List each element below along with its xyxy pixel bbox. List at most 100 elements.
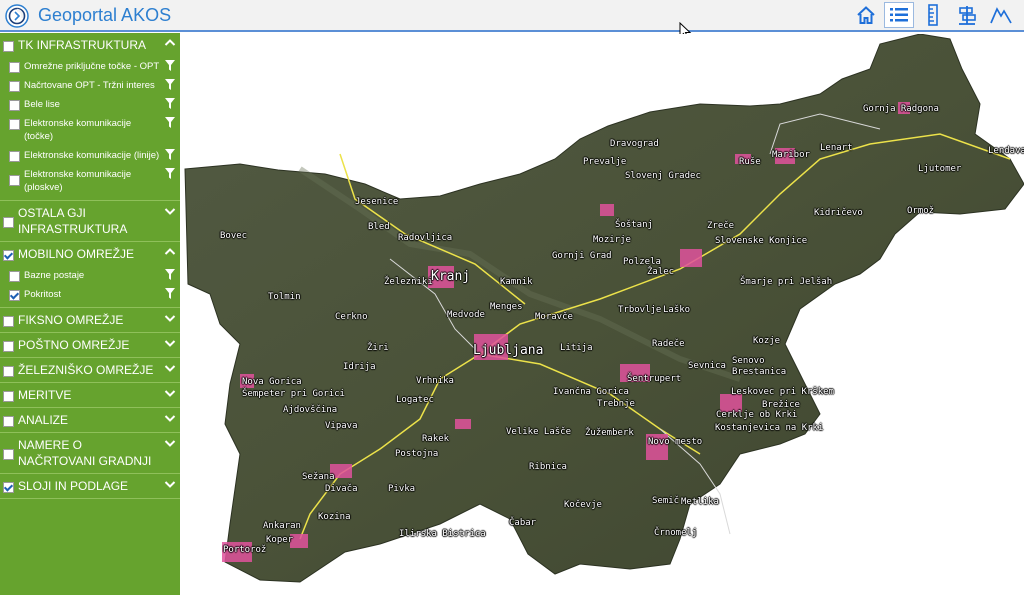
place-label: Žalec (647, 267, 675, 277)
chevron-up-icon[interactable] (164, 37, 176, 49)
group-label[interactable]: NAMERE O NAČRTOVANI GRADNJI (14, 433, 162, 473)
group-checkbox[interactable] (3, 41, 14, 52)
group-label[interactable]: POŠTNO OMREŽJE (14, 333, 162, 357)
group-label[interactable]: ŽELEZNIŠKO OMREŽJE (14, 358, 162, 382)
group-label[interactable]: SLOJI IN PODLAGE (14, 474, 162, 498)
layer-label[interactable]: Elektronske komunikacije (točke) (20, 114, 162, 146)
layer-item: Elektronske komunikacije (ploskve) (0, 165, 180, 200)
group-label[interactable]: TK INFRASTRUKTURA (14, 33, 162, 57)
place-label: Vipava (325, 421, 358, 431)
home-icon (857, 6, 875, 24)
place-label: Šmarje pri Jelšah (740, 277, 833, 287)
filter-icon[interactable] (165, 168, 175, 179)
place-label: Vrhnika (416, 376, 454, 386)
place-label: Čabar (509, 518, 537, 528)
group-label[interactable]: FIKSNO OMREŽJE (14, 308, 162, 332)
layer-label[interactable]: Načrtovane OPT - Tržni interes (20, 76, 162, 95)
chevron-down-icon[interactable] (164, 478, 176, 490)
map-svg (184, 34, 1024, 583)
filter-icon[interactable] (165, 117, 175, 128)
filter-icon[interactable] (165, 269, 175, 280)
group-meritve: MERITVE (0, 383, 180, 408)
group-checkbox[interactable] (3, 316, 14, 327)
layer-checkbox[interactable] (9, 62, 20, 73)
place-label: Pivka (388, 484, 416, 494)
group-fiksno-omrezje: FIKSNO OMREŽJE (0, 308, 180, 333)
chevron-down-icon[interactable] (164, 205, 176, 217)
chevron-down-icon[interactable] (164, 337, 176, 349)
layer-item: Elektronske komunikacije (točke) (0, 114, 180, 146)
layer-label[interactable]: Elektronske komunikacije (linije) (20, 146, 162, 165)
group-checkbox[interactable] (3, 366, 14, 377)
place-label: Kidričevo (814, 208, 863, 218)
measure-button[interactable] (918, 2, 948, 28)
place-label: Šoštanj (615, 220, 653, 230)
layer-item: Bele lise (0, 95, 180, 114)
chevron-down-icon[interactable] (164, 387, 176, 399)
place-label: Ajdovščina (283, 405, 338, 415)
place-label: Novo mesto (648, 437, 703, 447)
layer-label[interactable]: Elektronske komunikacije (ploskve) (20, 165, 162, 197)
filter-icon[interactable] (165, 98, 175, 109)
layer-checkbox[interactable] (9, 81, 20, 92)
place-label: Radovljica (398, 233, 453, 243)
group-checkbox[interactable] (3, 416, 14, 427)
filter-icon[interactable] (165, 79, 175, 90)
layer-checkbox[interactable] (9, 290, 20, 301)
filter-icon[interactable] (165, 60, 175, 71)
place-label: Kostanjevica na Krki (715, 423, 824, 433)
chevron-up-icon[interactable] (164, 246, 176, 258)
layer-item: Elektronske komunikacije (linije) (0, 146, 180, 165)
place-label: Slovenj Gradec (625, 171, 701, 181)
filter-icon[interactable] (165, 288, 175, 299)
map-canvas[interactable]: Gornja Radgona Lendava Dravograd Maribor… (180, 34, 1024, 595)
chevron-down-icon[interactable] (164, 312, 176, 324)
place-label: Laško (663, 305, 691, 315)
group-checkbox[interactable] (3, 341, 14, 352)
legend-button[interactable] (952, 2, 982, 28)
group-label[interactable]: MERITVE (14, 383, 162, 407)
place-label: Kozina (318, 512, 351, 522)
filter-icon[interactable] (165, 149, 175, 160)
place-label: Moravče (535, 312, 573, 322)
layer-item: Bazne postaje (0, 266, 180, 285)
group-label[interactable]: OSTALA GJI INFRASTRUKTURA (14, 201, 162, 241)
group-checkbox[interactable] (3, 250, 14, 261)
group-postno-omrezje: POŠTNO OMREŽJE (0, 333, 180, 358)
layer-label[interactable]: Bele lise (20, 95, 162, 114)
group-tk-infrastruktura: TK INFRASTRUKTURA Omrežne priključne toč… (0, 33, 180, 201)
layer-checkbox[interactable] (9, 151, 20, 162)
place-label: Brežice (762, 400, 800, 410)
group-label[interactable]: ANALIZE (14, 408, 162, 432)
group-checkbox[interactable] (3, 391, 14, 402)
place-label: Litija (560, 343, 593, 353)
profile-button[interactable] (986, 2, 1016, 28)
place-label: Nova Gorica (242, 377, 302, 387)
layer-label[interactable]: Omrežne priključne točke - OPT (20, 57, 162, 76)
chevron-down-icon[interactable] (164, 437, 176, 449)
chevron-down-icon[interactable] (164, 412, 176, 424)
group-checkbox[interactable] (3, 449, 14, 460)
place-label: Medvode (447, 310, 485, 320)
layer-label[interactable]: Pokritost (20, 285, 162, 304)
place-label: Velike Lašče (506, 427, 572, 437)
place-label: Šempeter pri Gorici (242, 389, 345, 399)
place-label: Kamnik (500, 277, 533, 287)
place-label: Kranj (431, 269, 471, 284)
group-analize: ANALIZE (0, 408, 180, 433)
chevron-down-icon[interactable] (164, 362, 176, 374)
layer-item: Omrežne priključne točke - OPT (0, 57, 180, 76)
group-checkbox[interactable] (3, 482, 14, 493)
place-label: Ivančna Gorica (553, 387, 629, 397)
group-zeleznisko-omrezje: ŽELEZNIŠKO OMREŽJE (0, 358, 180, 383)
group-checkbox[interactable] (3, 217, 14, 228)
layer-list-button[interactable] (884, 2, 914, 28)
layer-checkbox[interactable] (9, 271, 20, 282)
layer-checkbox[interactable] (9, 175, 20, 186)
home-button[interactable] (851, 2, 881, 28)
group-label[interactable]: MOBILNO OMREŽJE (14, 242, 162, 266)
layer-checkbox[interactable] (9, 100, 20, 111)
layer-label[interactable]: Bazne postaje (20, 266, 162, 285)
place-label: Železniki (384, 277, 433, 287)
layer-checkbox[interactable] (9, 119, 20, 130)
